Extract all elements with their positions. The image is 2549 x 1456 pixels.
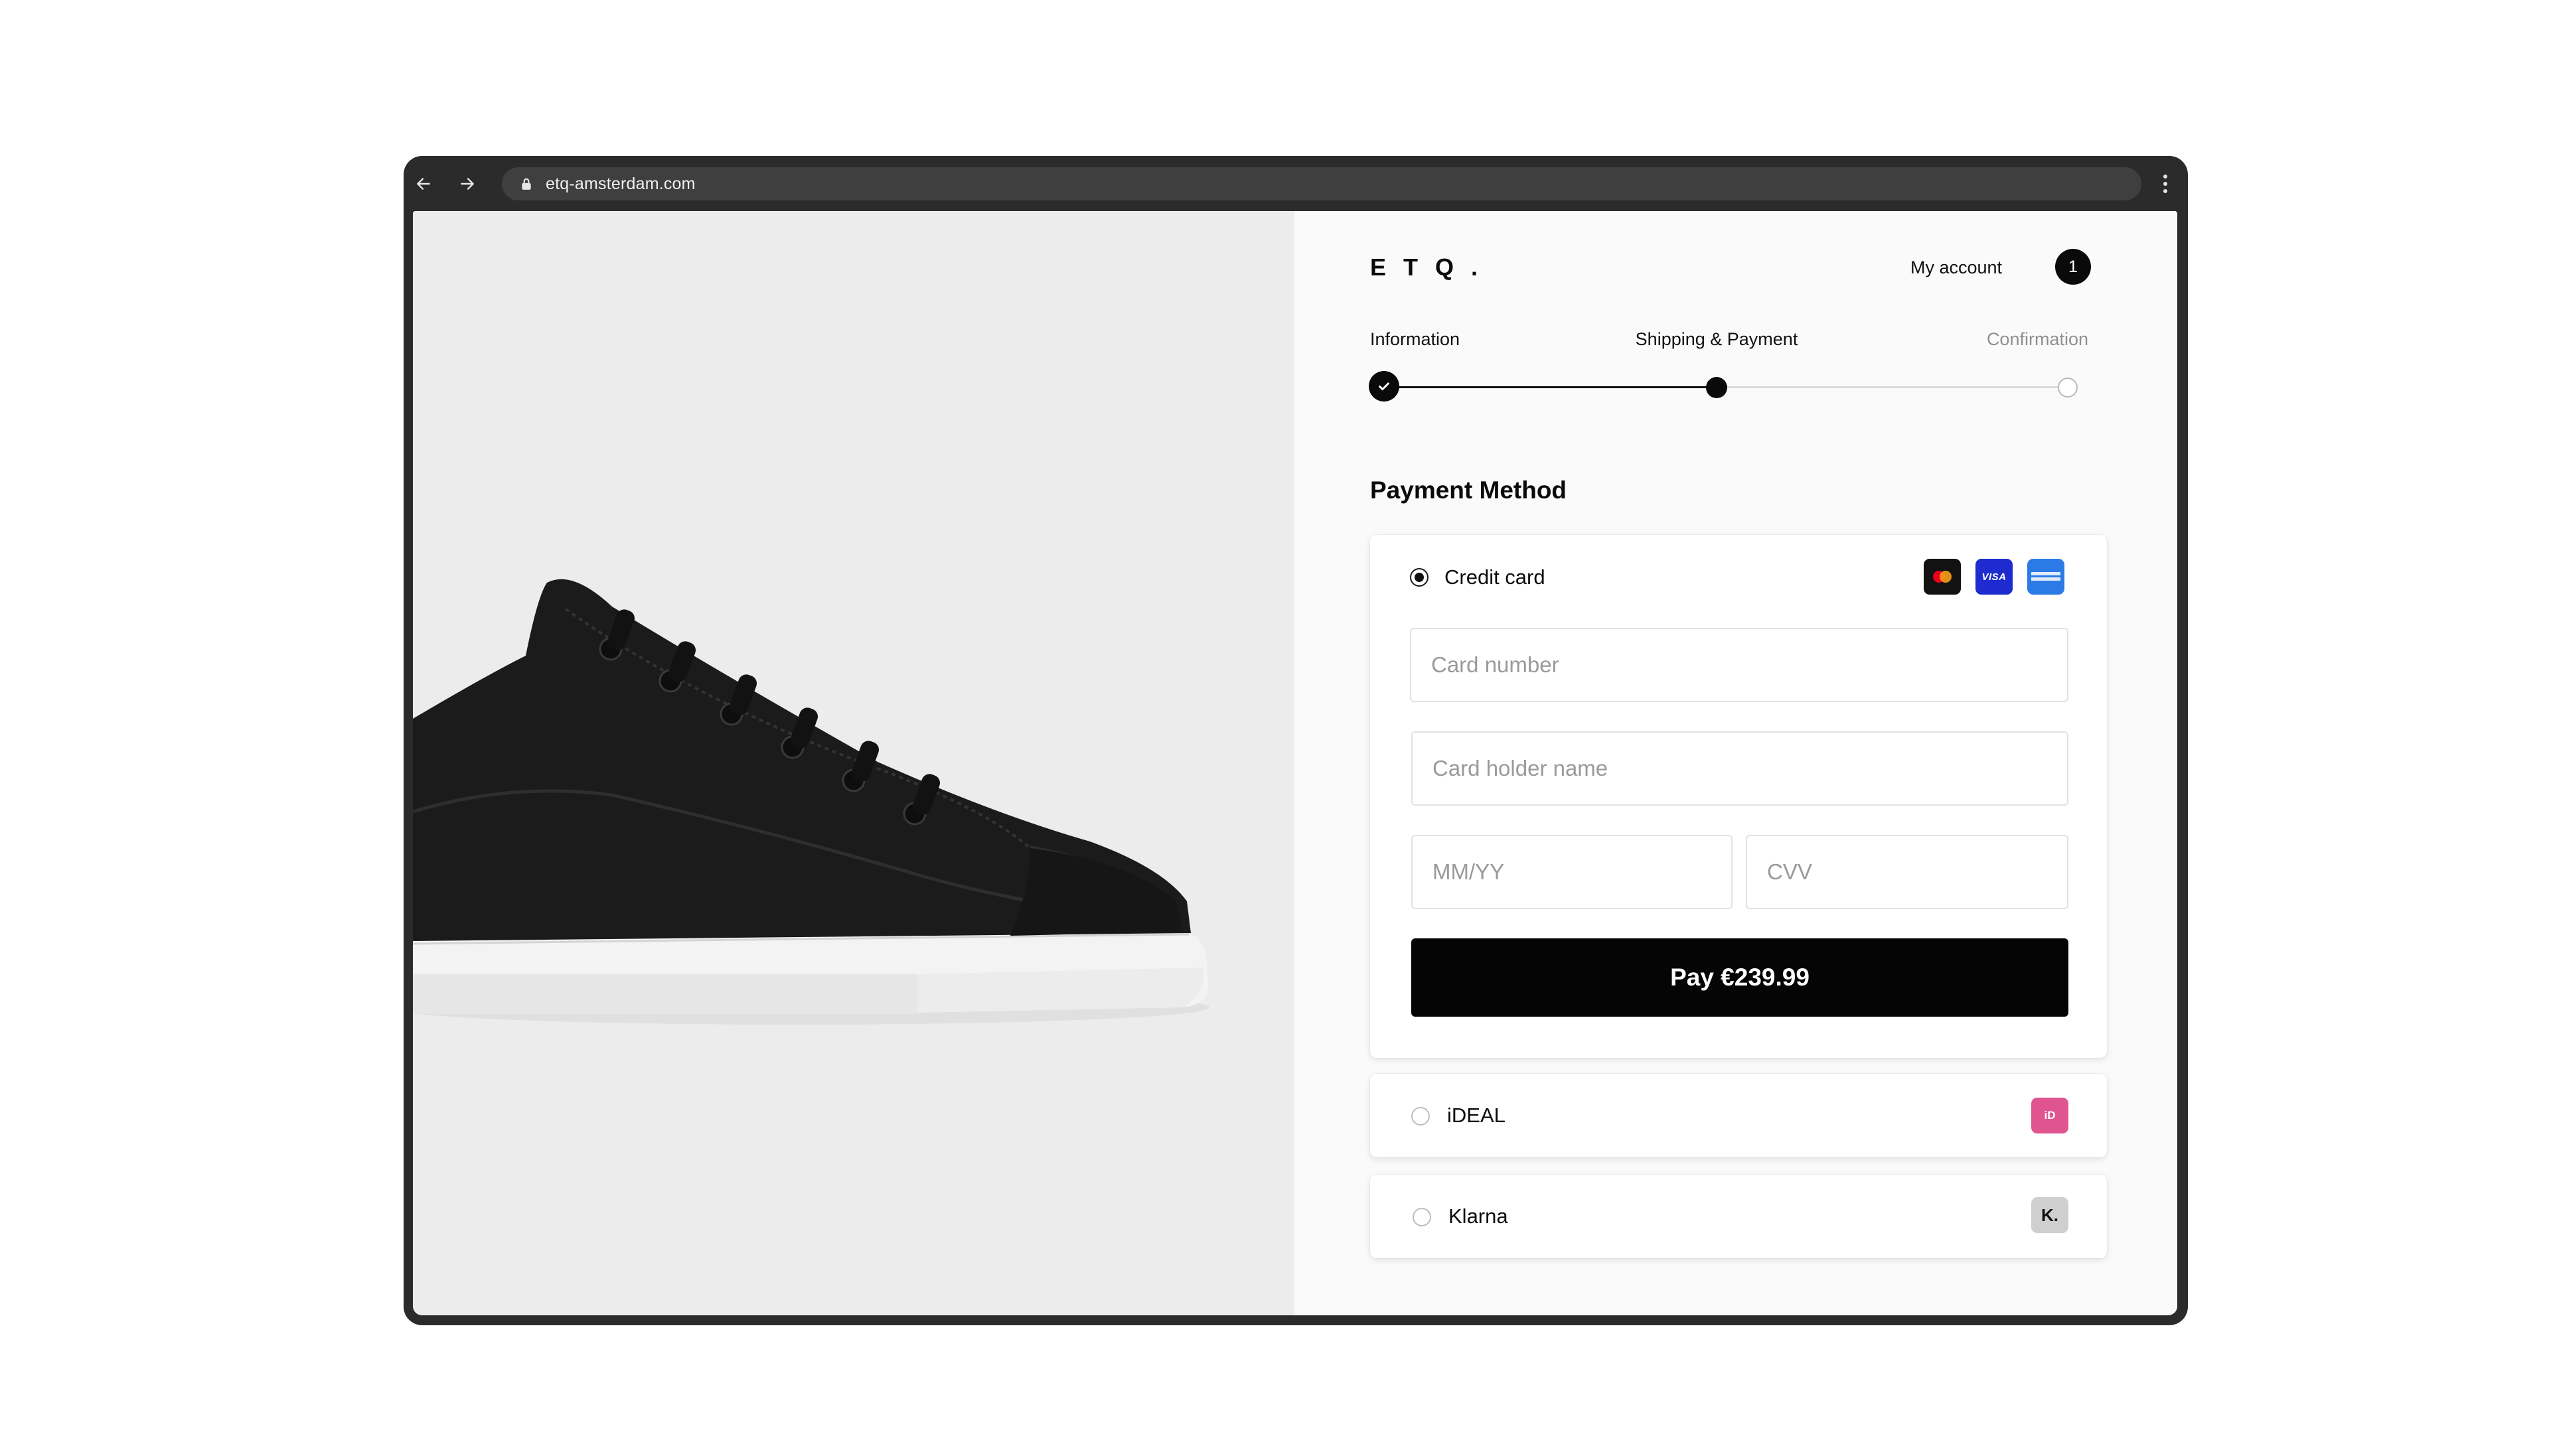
ideal-label: iDEAL [1447,1104,1506,1127]
credit-card-label: Credit card [1444,565,1545,589]
checkout-panel: ETQ. My account 1 Information Shipping &… [1294,211,2177,1315]
step-done-check-icon [1369,371,1399,401]
forward-button[interactable] [454,171,481,197]
amex-logo-icon [2027,559,2064,595]
cart-badge[interactable]: 1 [2055,249,2091,285]
klarna-label: Klarna [1448,1204,1508,1228]
browser-window: etq-amsterdam.com ETQ. My account 1 Info… [404,156,2188,1325]
step-information-label[interactable]: Information [1370,329,1460,350]
mastercard-logo-icon [1924,559,1961,595]
step-confirmation-label: Confirmation [1986,329,2088,349]
step-current-dot [1706,377,1727,398]
more-vertical-icon[interactable] [2157,169,2173,198]
credit-card-radio[interactable] [1410,568,1429,587]
arrow-left-icon [417,178,430,190]
arrow-right-icon [461,178,474,190]
back-button[interactable] [410,171,437,197]
step-todo-dot [2058,378,2078,398]
step-shipping-payment-label: Shipping & Payment [1635,329,1798,349]
visa-logo-icon: VISA [1975,559,2013,595]
pay-button[interactable]: Pay €239.99 [1411,938,2068,1017]
card-number-input[interactable] [1410,628,2068,702]
cvv-input[interactable] [1746,835,2068,909]
klarna-option[interactable]: Klarna K. [1370,1175,2107,1258]
product-image-panel [413,211,1294,1315]
credit-card-option[interactable]: Credit card VISA Pay €239.99 [1370,535,2107,1058]
payment-method-title: Payment Method [1370,476,1567,504]
klarna-logo-icon: K. [2031,1197,2068,1233]
url-text: etq-amsterdam.com [546,174,696,193]
progress-fill [1370,386,1715,388]
my-account-link[interactable]: My account [1910,257,2002,278]
address-bar[interactable]: etq-amsterdam.com [502,167,2141,200]
card-holder-name-input[interactable] [1411,731,2068,806]
ideal-radio[interactable] [1411,1107,1430,1126]
page-viewport: ETQ. My account 1 Information Shipping &… [413,211,2177,1315]
ideal-logo-icon: iD [2031,1098,2068,1133]
klarna-radio[interactable] [1413,1208,1431,1226]
browser-toolbar: etq-amsterdam.com [404,156,2188,210]
ideal-option[interactable]: iDEAL iD [1370,1074,2107,1157]
expiry-input[interactable] [1411,835,1733,909]
sneaker-image [413,579,1209,1025]
lock-icon [520,176,535,192]
brand-logo[interactable]: ETQ. [1370,254,1495,281]
